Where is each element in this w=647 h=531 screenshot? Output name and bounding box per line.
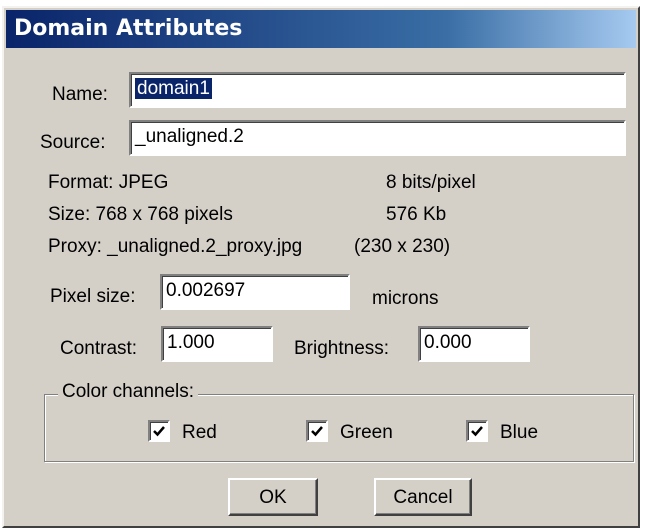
pixel-size-unit: microns — [372, 288, 439, 309]
domain-attributes-dialog: Domain Attributes Name: domain1 Source: … — [2, 6, 640, 528]
name-input[interactable]: domain1 — [129, 72, 626, 108]
contrast-input[interactable]: 1.000 — [161, 326, 273, 362]
proxy-text: Proxy: _unaligned.2_proxy.jpg — [48, 236, 303, 257]
file-size-text: 576 Kb — [386, 204, 447, 225]
format-text: Format: JPEG — [48, 172, 169, 193]
checkmark-icon — [153, 426, 165, 437]
color-channels-group — [44, 394, 634, 462]
name-label: Name: — [52, 84, 108, 105]
red-label[interactable]: Red — [182, 422, 217, 444]
red-checkbox[interactable] — [148, 420, 170, 442]
name-value: domain1 — [135, 78, 212, 99]
bits-per-pixel-text: 8 bits/pixel — [386, 172, 476, 193]
blue-label[interactable]: Blue — [500, 422, 538, 444]
cancel-button[interactable]: Cancel — [374, 478, 472, 516]
green-checkbox[interactable] — [306, 420, 328, 442]
pixel-size-label: Pixel size: — [50, 286, 136, 307]
size-text: Size: 768 x 768 pixels — [48, 204, 233, 225]
source-input[interactable]: _unaligned.2 — [129, 120, 626, 156]
checkmark-icon — [311, 426, 323, 437]
checkmark-icon — [471, 426, 483, 437]
brightness-label: Brightness: — [294, 338, 390, 359]
title-bar: Domain Attributes — [6, 10, 636, 48]
pixel-size-input[interactable]: 0.002697 — [160, 274, 350, 310]
green-label[interactable]: Green — [340, 422, 393, 444]
ok-button[interactable]: OK — [228, 478, 318, 516]
contrast-label: Contrast: — [60, 338, 138, 359]
source-label: Source: — [40, 132, 106, 153]
blue-checkbox[interactable] — [466, 420, 488, 442]
brightness-input[interactable]: 0.000 — [418, 326, 530, 362]
color-channels-label: Color channels: — [58, 381, 199, 403]
proxy-dimensions-text: (230 x 230) — [354, 236, 451, 257]
